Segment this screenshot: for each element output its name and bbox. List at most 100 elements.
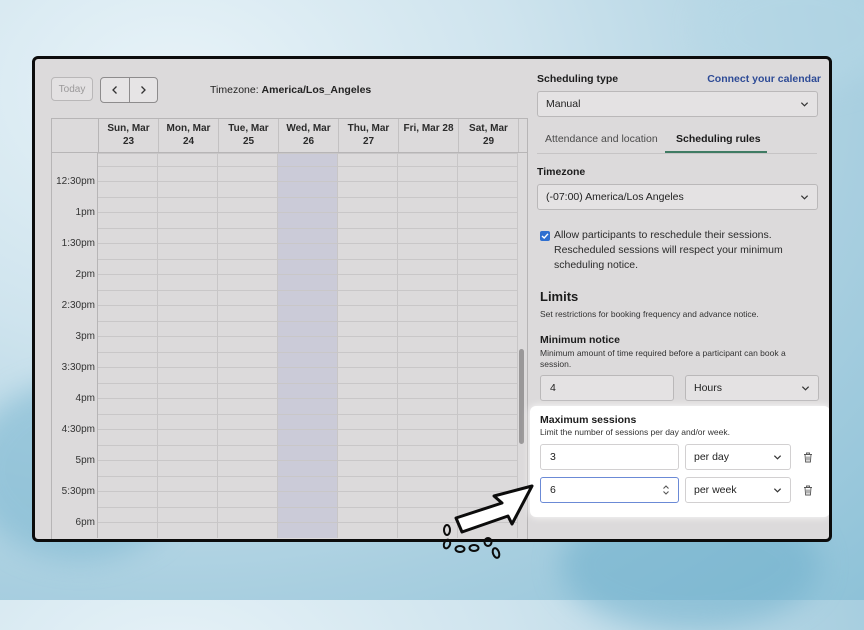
time-slot[interactable] bbox=[218, 383, 278, 414]
time-slot[interactable] bbox=[98, 259, 158, 290]
time-slot[interactable] bbox=[158, 507, 218, 538]
time-slot[interactable] bbox=[338, 476, 398, 507]
time-slot[interactable] bbox=[338, 166, 398, 197]
time-slot[interactable] bbox=[458, 321, 518, 352]
time-slot[interactable] bbox=[98, 352, 158, 383]
connect-calendar-link[interactable]: Connect your calendar bbox=[707, 73, 821, 85]
time-slot[interactable] bbox=[458, 228, 518, 259]
time-slot[interactable] bbox=[218, 321, 278, 352]
scheduling-type-select[interactable]: Manual bbox=[537, 91, 818, 117]
time-slot[interactable] bbox=[458, 383, 518, 414]
time-slot[interactable] bbox=[218, 414, 278, 445]
time-slot[interactable] bbox=[98, 507, 158, 538]
time-slot[interactable] bbox=[98, 153, 158, 166]
time-slot[interactable] bbox=[218, 507, 278, 538]
time-slot[interactable] bbox=[158, 153, 218, 166]
time-slot[interactable] bbox=[278, 153, 338, 166]
time-slot[interactable] bbox=[98, 228, 158, 259]
time-slot[interactable] bbox=[218, 290, 278, 321]
max-sessions-per-day-input[interactable]: 3 bbox=[540, 444, 679, 470]
time-slot[interactable] bbox=[338, 507, 398, 538]
time-slot[interactable] bbox=[98, 414, 158, 445]
time-slot[interactable] bbox=[278, 476, 338, 507]
time-slot[interactable] bbox=[398, 259, 458, 290]
trash-icon[interactable] bbox=[803, 452, 813, 463]
time-slot[interactable] bbox=[158, 414, 218, 445]
time-slot[interactable] bbox=[218, 228, 278, 259]
time-slot[interactable] bbox=[158, 228, 218, 259]
time-slot[interactable] bbox=[458, 166, 518, 197]
time-slot[interactable] bbox=[458, 290, 518, 321]
time-slot[interactable] bbox=[98, 476, 158, 507]
time-slot[interactable] bbox=[458, 352, 518, 383]
time-slot[interactable] bbox=[338, 153, 398, 166]
time-slot[interactable] bbox=[398, 153, 458, 166]
max-sessions-per-week-input[interactable]: 6 bbox=[540, 477, 679, 503]
time-slot[interactable] bbox=[338, 445, 398, 476]
time-slot[interactable] bbox=[398, 383, 458, 414]
minimum-notice-input[interactable]: 4 bbox=[540, 375, 674, 401]
time-slot[interactable] bbox=[338, 383, 398, 414]
calendar-scrollbar[interactable] bbox=[519, 349, 524, 444]
time-slot[interactable] bbox=[278, 259, 338, 290]
time-slot[interactable] bbox=[338, 352, 398, 383]
time-slot[interactable] bbox=[398, 197, 458, 228]
tab-attendance-location[interactable]: Attendance and location bbox=[545, 133, 658, 145]
time-slot[interactable] bbox=[398, 321, 458, 352]
previous-week-button[interactable] bbox=[101, 78, 129, 102]
time-slot[interactable] bbox=[278, 166, 338, 197]
time-slot[interactable] bbox=[458, 153, 518, 166]
next-week-button[interactable] bbox=[128, 78, 158, 102]
time-slot[interactable] bbox=[158, 321, 218, 352]
time-slot[interactable] bbox=[398, 166, 458, 197]
today-button[interactable]: Today bbox=[51, 77, 93, 101]
time-slot[interactable] bbox=[278, 228, 338, 259]
time-slot[interactable] bbox=[338, 414, 398, 445]
time-slot[interactable] bbox=[458, 414, 518, 445]
time-slot[interactable] bbox=[218, 352, 278, 383]
time-slot[interactable] bbox=[338, 197, 398, 228]
time-slot[interactable] bbox=[98, 290, 158, 321]
time-slot[interactable] bbox=[158, 197, 218, 228]
time-slot[interactable] bbox=[158, 383, 218, 414]
trash-icon[interactable] bbox=[803, 485, 813, 496]
timezone-select[interactable]: (-07:00) America/Los Angeles bbox=[537, 184, 818, 210]
time-slot[interactable] bbox=[218, 476, 278, 507]
time-slot[interactable] bbox=[98, 197, 158, 228]
time-slot[interactable] bbox=[278, 507, 338, 538]
max-sessions-per-day-unit-select[interactable]: per day bbox=[685, 444, 791, 470]
time-slot[interactable] bbox=[158, 352, 218, 383]
time-slot[interactable] bbox=[158, 445, 218, 476]
time-slot[interactable] bbox=[338, 259, 398, 290]
time-slot[interactable] bbox=[98, 166, 158, 197]
time-slot[interactable] bbox=[98, 321, 158, 352]
time-slot[interactable] bbox=[338, 228, 398, 259]
time-slot[interactable] bbox=[218, 197, 278, 228]
max-sessions-per-week-unit-select[interactable]: per week bbox=[685, 477, 791, 503]
time-slot[interactable] bbox=[158, 259, 218, 290]
minimum-notice-unit-select[interactable]: Hours bbox=[685, 375, 819, 401]
time-slot[interactable] bbox=[458, 197, 518, 228]
time-slot[interactable] bbox=[398, 228, 458, 259]
time-slot[interactable] bbox=[218, 259, 278, 290]
time-slot[interactable] bbox=[398, 414, 458, 445]
time-slot[interactable] bbox=[98, 383, 158, 414]
time-slot[interactable] bbox=[158, 166, 218, 197]
time-slot[interactable] bbox=[338, 290, 398, 321]
time-slot[interactable] bbox=[158, 290, 218, 321]
time-slot[interactable] bbox=[338, 321, 398, 352]
time-slot[interactable] bbox=[278, 321, 338, 352]
time-slot[interactable] bbox=[278, 414, 338, 445]
time-slot[interactable] bbox=[98, 445, 158, 476]
time-slot[interactable] bbox=[278, 290, 338, 321]
time-slot[interactable] bbox=[398, 290, 458, 321]
time-slot[interactable] bbox=[458, 259, 518, 290]
time-slot[interactable] bbox=[218, 153, 278, 166]
time-slot[interactable] bbox=[158, 476, 218, 507]
time-slot[interactable] bbox=[278, 352, 338, 383]
time-slot[interactable] bbox=[278, 383, 338, 414]
time-slot[interactable] bbox=[278, 445, 338, 476]
time-slot[interactable] bbox=[278, 197, 338, 228]
time-slot[interactable] bbox=[218, 445, 278, 476]
time-slot[interactable] bbox=[218, 166, 278, 197]
